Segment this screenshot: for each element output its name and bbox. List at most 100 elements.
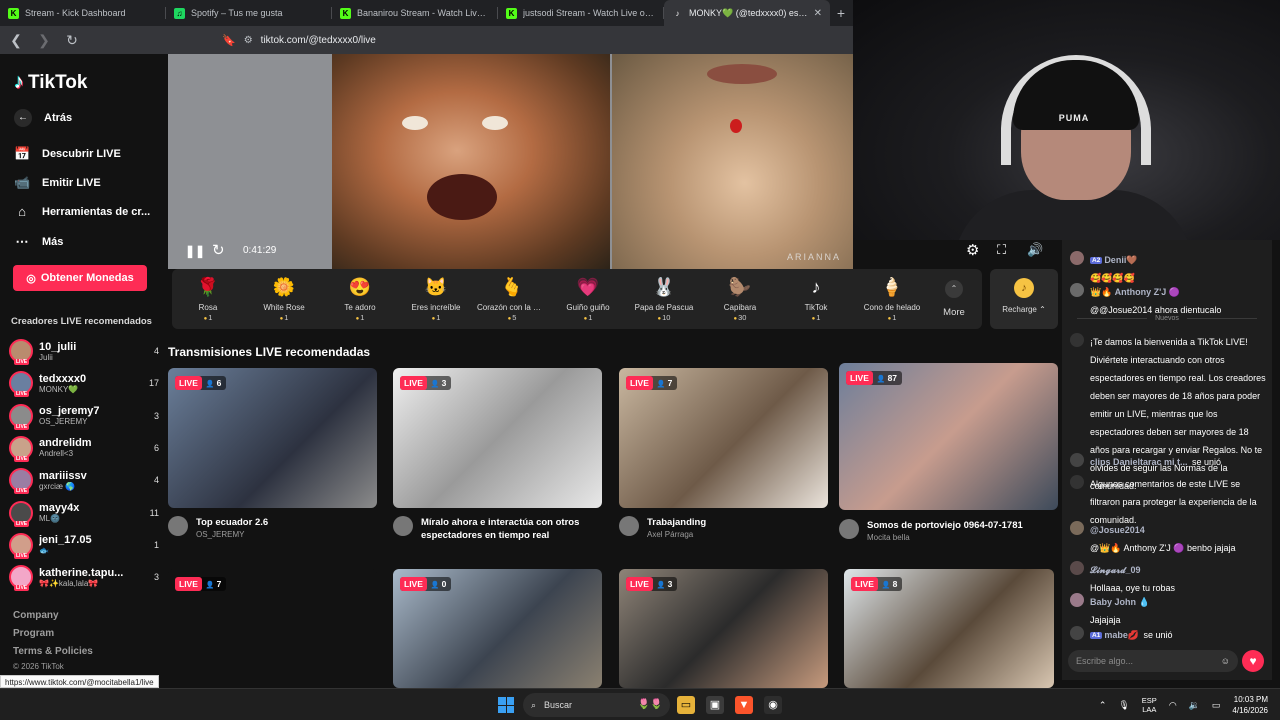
speaker-icon[interactable]: 🔉: [1189, 700, 1200, 711]
emoji-icon[interactable]: ☺: [1221, 656, 1230, 666]
browser-tab[interactable]: K Stream - Kick Dashboard: [0, 0, 166, 26]
more-gifts-button[interactable]: ⌃ More: [938, 280, 970, 318]
creator-item[interactable]: LIVE 10_julii Julii 4: [9, 337, 159, 365]
nav-mas[interactable]: ⋯ Más: [14, 234, 64, 250]
chat-username[interactable]: 𝓛𝓲𝓷𝓰𝓪𝓻𝓭_09: [1090, 565, 1141, 575]
get-coins-button[interactable]: ◎ Obtener Monedas: [13, 265, 147, 291]
refresh-icon[interactable]: ↻: [212, 241, 225, 259]
pause-icon[interactable]: ❚❚: [185, 244, 205, 258]
gift-item[interactable]: 😍 Te adoro1: [325, 273, 395, 322]
wifi-icon[interactable]: ◠: [1169, 700, 1177, 711]
brand-name: TikTok: [28, 71, 88, 93]
gift-item[interactable]: 🦫 Capibara30: [705, 273, 775, 322]
browser-tab[interactable]: ♫ Spotify – Tus me gusta: [166, 0, 332, 26]
fullscreen-icon[interactable]: ⛶: [997, 242, 1006, 258]
chat-username[interactable]: 👑🔥 Anthony Z'J 🟣: [1090, 287, 1180, 297]
chat-username[interactable]: Baby John 💧: [1090, 597, 1150, 607]
gift-item[interactable]: 🐰 Papa de Pascua10: [629, 273, 699, 322]
close-tab-icon[interactable]: ✕: [814, 8, 822, 19]
footer-terms[interactable]: Terms & Policies: [13, 646, 93, 657]
live-card[interactable]: LIVE 👤 87: [839, 363, 1058, 510]
file-explorer-icon[interactable]: ▭: [677, 696, 695, 714]
gift-item[interactable]: 🐱 Eres increíble1: [401, 273, 471, 322]
live-card[interactable]: LIVE 👤 0: [393, 569, 602, 688]
live-card-info[interactable]: Trabajanding Axel Párraga: [619, 516, 834, 539]
chevron-up-icon[interactable]: ⌃: [1099, 700, 1107, 711]
chat-username[interactable]: A2 Denii🤎: [1090, 255, 1138, 265]
store-icon[interactable]: ▣: [706, 696, 724, 714]
live-card-info[interactable]: Top ecuador 2.6 OS_JEREMY: [168, 516, 383, 539]
viewer-count: 6: [153, 442, 159, 453]
nav-descubrir-live[interactable]: 📅 Descubrir LIVE: [14, 146, 121, 162]
chat-username-text: @Josue2014: [1090, 525, 1145, 535]
back-arrow-icon[interactable]: ❮: [8, 32, 24, 49]
back-label: Atrás: [44, 112, 73, 124]
bookmark-icon[interactable]: 🔖: [222, 34, 236, 47]
avatar[interactable]: [1070, 561, 1084, 575]
brave-browser-icon[interactable]: ▼: [735, 696, 753, 714]
chat-username[interactable]: @Josue2014: [1090, 525, 1145, 535]
avatar[interactable]: [1070, 453, 1084, 467]
chat-username[interactable]: A1 mabe💋: [1090, 630, 1139, 640]
microphone-icon[interactable]: 🎙: [1118, 700, 1129, 711]
nav-emitir-live[interactable]: 📹 Emitir LIVE: [14, 175, 101, 191]
gift-item[interactable]: 💗 Guiño guiño1: [553, 273, 623, 322]
gift-item[interactable]: 🌼 White Rose1: [249, 273, 319, 322]
creator-item[interactable]: LIVE tedxxxx0 MONKY💚 17: [9, 369, 159, 398]
tiktok-logo[interactable]: ♪ TikTok: [14, 71, 87, 94]
new-tab-button[interactable]: +: [830, 0, 852, 26]
url-field[interactable]: 🔖 ⚙ tiktok.com/@tedxxxx0/live: [222, 29, 842, 51]
footer-company[interactable]: Company: [13, 610, 59, 621]
gift-item[interactable]: 🍦 Cono de helado1: [857, 273, 927, 322]
nav-herramientas[interactable]: ⌂ Herramientas de cr...: [14, 204, 150, 219]
creator-item[interactable]: LIVE jeni_17.05 🐟 1: [9, 531, 159, 559]
live-card[interactable]: LIVE 👤 7: [168, 569, 377, 688]
creator-item[interactable]: LIVE mariiissv gxrciæ 🌎 4: [9, 466, 159, 495]
windows-start-icon[interactable]: [498, 697, 514, 713]
creator-item[interactable]: LIVE os_jeremy7 OS_JEREMY 3: [9, 402, 159, 430]
live-card[interactable]: LIVE 👤 7: [619, 368, 828, 508]
reload-icon[interactable]: ↻: [64, 32, 80, 49]
avatar[interactable]: [1070, 593, 1084, 607]
gift-item[interactable]: ♪ TikTok1: [781, 273, 851, 322]
get-coins-label: Obtener Monedas: [40, 272, 134, 284]
live-card-info[interactable]: Somos de portoviejo 0964-07-1781 Mocita b…: [839, 519, 1054, 542]
live-card-info[interactable]: Míralo ahora e interactúa con otros espe…: [393, 516, 608, 543]
like-heart-button[interactable]: ♥: [1242, 650, 1264, 672]
live-card[interactable]: LIVE 👤 6: [168, 368, 377, 508]
site-info-icon[interactable]: ⚙: [244, 35, 253, 46]
recharge-button[interactable]: ♪ Recharge ⌃: [990, 269, 1058, 329]
creator-item[interactable]: LIVE katherine.tapu... 🎀✨kala,lala🎀 3: [9, 563, 159, 592]
live-card[interactable]: LIVE 👤 3: [619, 569, 828, 688]
chat-username[interactable]: clips Danieltarac mi t...: [1090, 457, 1188, 467]
browser-tab[interactable]: Kjustsodi Stream - Watch Live on Kick: [498, 0, 664, 26]
gift-item[interactable]: 🫰 Corazón con la mano5: [477, 273, 547, 322]
back-link[interactable]: ← Atrás: [14, 109, 72, 127]
chat-input[interactable]: Escribe algo... ☺: [1068, 650, 1238, 672]
avatar[interactable]: [1070, 251, 1084, 265]
creator-item[interactable]: LIVE mayy4x ML🌚 11: [9, 499, 159, 527]
avatar[interactable]: [1070, 283, 1084, 297]
live-card[interactable]: LIVE 👤 8: [844, 569, 1054, 688]
language-indicator[interactable]: ESP LAA: [1142, 696, 1157, 714]
settings-icon[interactable]: ⚙: [966, 241, 979, 259]
live-player[interactable]: ARIANNA: [168, 54, 853, 269]
level-badge: A1: [1090, 632, 1103, 639]
creator-nickname: OS_JEREMY: [39, 417, 88, 427]
browser-tab[interactable]: ♪ MONKY💚 (@tedxxxx0) está en LIVE ✕: [664, 0, 830, 26]
live-card[interactable]: LIVE 👤 3: [393, 368, 602, 508]
forward-arrow-icon[interactable]: ❯: [36, 32, 52, 49]
battery-icon[interactable]: ▭: [1212, 700, 1221, 711]
clock[interactable]: 10:03 PM 4/16/2026: [1232, 694, 1268, 716]
gift-item[interactable]: 🌹 Rosa1: [173, 273, 243, 322]
avatar[interactable]: [1070, 521, 1084, 535]
browser-tab[interactable]: K Bananirou Stream - Watch Live on Kick: [332, 0, 498, 26]
obs-icon[interactable]: ◉: [764, 696, 782, 714]
creator-item[interactable]: LIVE andrelidm Andrell<3 6: [9, 434, 159, 462]
avatar[interactable]: [1070, 626, 1084, 640]
viewer-count: 👤 3: [427, 378, 451, 388]
footer-program[interactable]: Program: [13, 628, 54, 639]
viewer-count: 👤 0: [427, 579, 451, 589]
creator-nickname: Andrell<3: [39, 449, 74, 459]
volume-icon[interactable]: 🔊: [1027, 242, 1043, 258]
